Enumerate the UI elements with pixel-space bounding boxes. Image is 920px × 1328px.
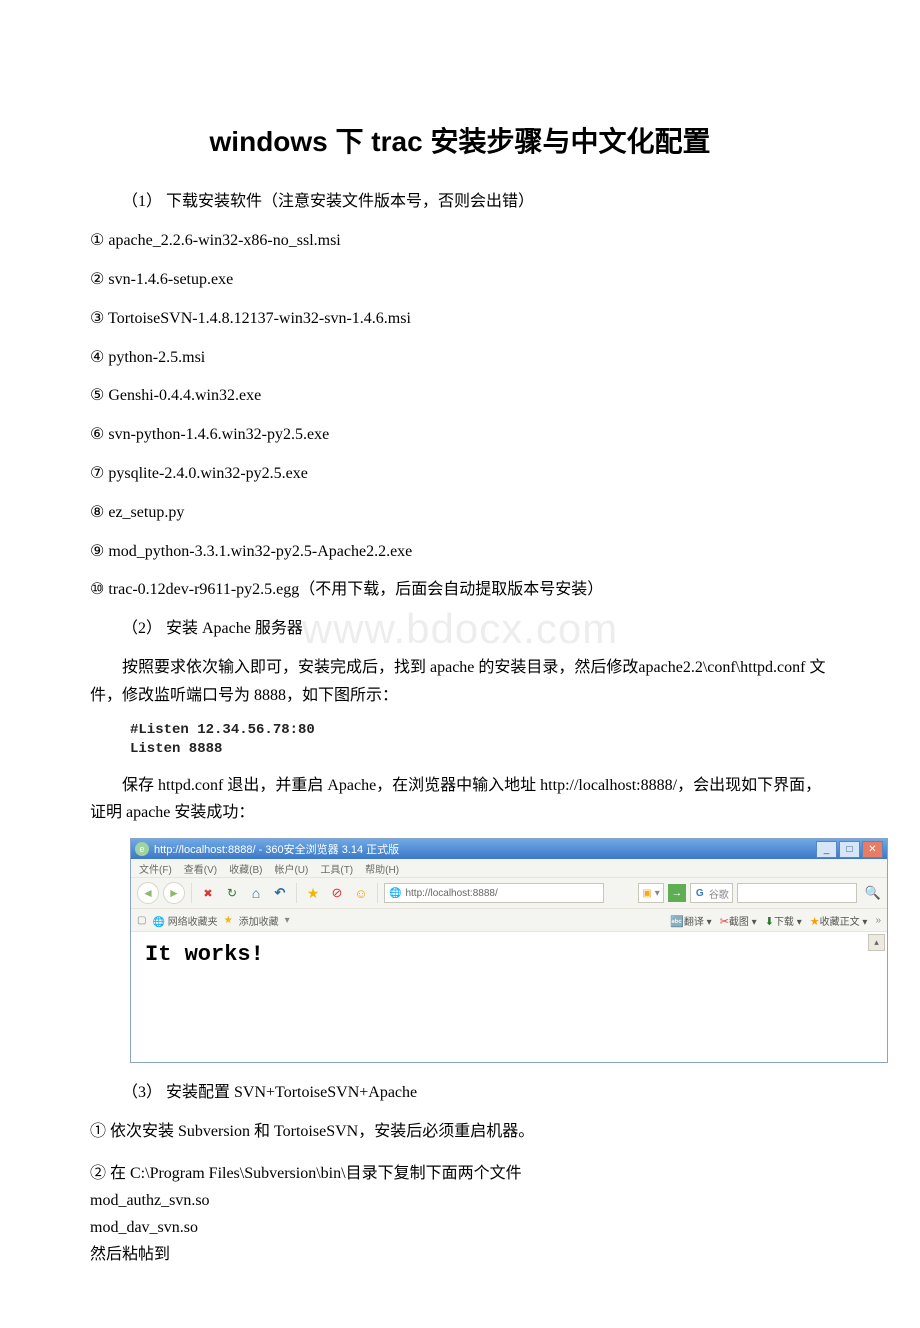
- browser-viewport: ▴ It works!: [131, 932, 887, 1062]
- go-button[interactable]: →: [668, 884, 686, 902]
- refresh-icon[interactable]: [222, 883, 242, 903]
- separator: [296, 883, 297, 903]
- section-2-heading: （2） 安装 Apache 服务器: [90, 615, 830, 642]
- search-input[interactable]: [737, 883, 857, 903]
- search-engine-label: 谷歌: [709, 886, 729, 901]
- favorite-star-icon[interactable]: ★: [303, 883, 323, 903]
- smile-icon[interactable]: ☺: [351, 883, 371, 903]
- code-block: #Listen 12.34.56.78:80 Listen 8888: [130, 721, 830, 760]
- globe-icon: 🌐: [389, 888, 401, 899]
- section-3-item-1: ① 依次安装 Subversion 和 TortoiseSVN，安装后必须重启机…: [90, 1118, 830, 1145]
- search-icon[interactable]: 🔍: [865, 885, 881, 901]
- close-button[interactable]: ✕: [862, 841, 883, 858]
- menu-view[interactable]: 查看(V): [184, 861, 217, 876]
- section-3-item-2d: 然后粘帖到: [90, 1241, 830, 1268]
- download-item: ⑤ Genshi-0.4.4.win32.exe: [90, 382, 830, 411]
- menu-help[interactable]: 帮助(H): [365, 861, 399, 876]
- menu-tools[interactable]: 工具(T): [320, 861, 353, 876]
- code-line: Listen 8888: [130, 740, 830, 760]
- scroll-up-button[interactable]: ▴: [868, 934, 885, 951]
- menu-account[interactable]: 帐户(U): [274, 861, 308, 876]
- back-button[interactable]: ◄: [137, 882, 159, 904]
- menu-favorites[interactable]: 收藏(B): [229, 861, 262, 876]
- block-icon[interactable]: ⊘: [327, 883, 347, 903]
- download-item: ④ python-2.5.msi: [90, 344, 830, 373]
- section-1-heading: （1） 下载安装软件（注意安装文件版本号，否则会出错）: [90, 188, 830, 215]
- code-line: #Listen 12.34.56.78:80: [130, 721, 830, 741]
- google-icon: G: [694, 887, 706, 899]
- section-2-para-2: 保存 httpd.conf 退出，并重启 Apache，在浏览器中输入地址 ht…: [90, 772, 830, 826]
- download-item: ③ TortoiseSVN-1.4.8.12137-win32-svn-1.4.…: [90, 305, 830, 334]
- net-favorites-link[interactable]: 🌐 网络收藏夹: [152, 913, 217, 928]
- chevron-down-icon[interactable]: ▾: [285, 915, 290, 926]
- section-3-item-2c: mod_dav_svn.so: [90, 1214, 830, 1241]
- section-2-para-1: 按照要求依次输入即可，安装完成后，找到 apache 的安装目录，然后修改apa…: [90, 654, 830, 708]
- more-icon[interactable]: »: [875, 915, 881, 926]
- tab-icon[interactable]: ▢: [137, 915, 146, 926]
- browser-screenshot: e http://localhost:8888/ - 360安全浏览器 3.14…: [130, 838, 888, 1063]
- address-bar[interactable]: 🌐 http://localhost:8888/: [384, 883, 604, 903]
- sync-dropdown[interactable]: ▣▾: [638, 883, 663, 903]
- download-item: ⑦ pysqlite-2.4.0.win32-py2.5.exe: [90, 460, 830, 489]
- add-favorite-icon[interactable]: ★: [224, 915, 233, 926]
- stop-icon[interactable]: [198, 883, 218, 903]
- save-text-link[interactable]: ★收藏正文 ▾: [810, 913, 868, 928]
- separator: [377, 883, 378, 903]
- screenshot-link[interactable]: ✂截图 ▾: [720, 913, 757, 928]
- net-fav-label: 网络收藏夹: [168, 917, 218, 928]
- translate-link[interactable]: 🔤翻译 ▾: [670, 913, 712, 928]
- page-title: windows 下 trac 安装步骤与中文化配置: [90, 120, 830, 160]
- download-item: ① apache_2.2.6-win32-x86-no_ssl.msi: [90, 227, 830, 256]
- bookmark-bar: ▢ 🌐 网络收藏夹 ★ 添加收藏 ▾ 🔤翻译 ▾ ✂截图 ▾ ⬇下载 ▾ ★收藏…: [131, 909, 887, 932]
- add-favorite-link[interactable]: 添加收藏: [239, 913, 279, 928]
- undo-icon[interactable]: [270, 883, 290, 903]
- download-item: ⑩ trac-0.12dev-r9611-py2.5.egg（不用下载，后面会自…: [90, 576, 830, 605]
- menu-file[interactable]: 文件(F): [139, 861, 172, 876]
- toolbar: ◄ ► ★ ⊘ ☺ 🌐 http://localhost:8888/ ▣▾ → …: [131, 878, 887, 909]
- menu-bar: 文件(F) 查看(V) 收藏(B) 帐户(U) 工具(T) 帮助(H): [131, 859, 887, 878]
- home-icon[interactable]: [246, 883, 266, 903]
- download-item: ⑨ mod_python-3.3.1.win32-py2.5-Apache2.2…: [90, 538, 830, 567]
- window-titlebar: e http://localhost:8888/ - 360安全浏览器 3.14…: [131, 839, 887, 859]
- maximize-button[interactable]: □: [839, 841, 860, 858]
- section-3-item-2b: mod_authz_svn.so: [90, 1187, 830, 1214]
- window-title-text: http://localhost:8888/ - 360安全浏览器 3.14 正…: [154, 841, 816, 857]
- address-text: http://localhost:8888/: [405, 888, 497, 899]
- search-engine-dropdown[interactable]: G 谷歌: [690, 883, 733, 903]
- download-item: ⑥ svn-python-1.4.6.win32-py2.5.exe: [90, 421, 830, 450]
- download-item: ⑧ ez_setup.py: [90, 499, 830, 528]
- download-item: ② svn-1.4.6-setup.exe: [90, 266, 830, 295]
- download-link[interactable]: ⬇下载 ▾: [765, 913, 802, 928]
- browser-favicon-icon: e: [135, 842, 149, 856]
- minimize-button[interactable]: _: [816, 841, 837, 858]
- page-body-text: It works!: [145, 942, 873, 967]
- section-3-heading: （3） 安装配置 SVN+TortoiseSVN+Apache: [90, 1079, 830, 1106]
- separator: [191, 883, 192, 903]
- section-3-item-2a: ② 在 C:\Program Files\Subversion\bin\目录下复…: [90, 1160, 830, 1187]
- forward-button[interactable]: ►: [163, 882, 185, 904]
